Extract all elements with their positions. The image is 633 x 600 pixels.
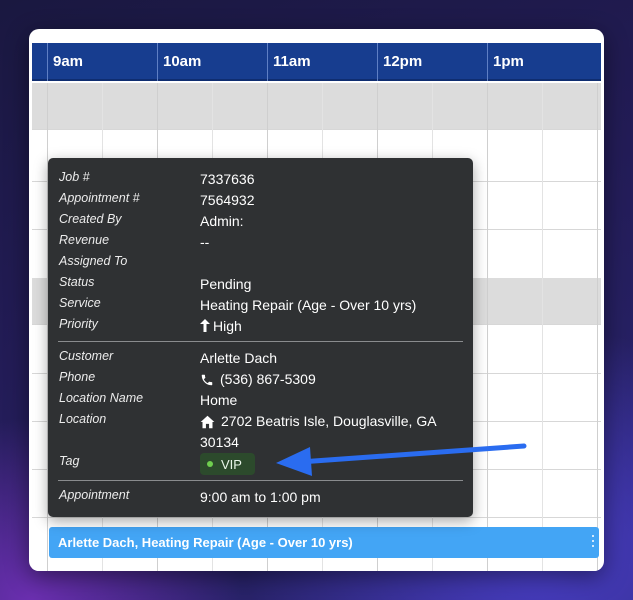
priority-text: High <box>213 318 242 334</box>
label-customer: Customer <box>59 349 114 363</box>
label-appointment: Appointment <box>59 488 130 502</box>
row-divider <box>32 517 601 518</box>
value-status: Pending <box>200 276 252 292</box>
label-priority: Priority <box>59 317 98 331</box>
grid-line <box>542 83 543 571</box>
value-service: Heating Repair (Age - Over 10 yrs) <box>200 297 417 313</box>
value-priority: High <box>200 318 242 334</box>
row-divider <box>32 129 601 130</box>
section-divider <box>58 341 463 342</box>
phone-number: (536) 867-5309 <box>220 371 316 387</box>
location-line-2: 30134 <box>200 434 239 450</box>
home-icon <box>200 415 215 429</box>
location-line-1: 2702 Beatris Isle, Douglasville, GA <box>221 413 437 429</box>
tag-vip-chip: VIP <box>200 453 255 475</box>
label-created-by: Created By <box>59 212 122 226</box>
label-service: Service <box>59 296 101 310</box>
arrow-up-icon <box>200 319 210 332</box>
value-created-by: Admin: <box>200 213 244 229</box>
value-location-name: Home <box>200 392 238 408</box>
hour-header-10am: 10am <box>157 43 267 81</box>
timeline-header: 9am 10am 11am 12pm 1pm <box>32 43 601 81</box>
hour-header-11am: 11am <box>267 43 377 81</box>
label-revenue: Revenue <box>59 233 110 247</box>
hour-header-9am: 9am <box>47 43 157 81</box>
hour-header-12pm: 12pm <box>377 43 487 81</box>
label-assigned-to: Assigned To <box>59 254 128 268</box>
grid-line <box>487 83 488 571</box>
kebab-menu-icon[interactable] <box>591 535 595 549</box>
status-dot-icon <box>207 461 213 467</box>
lane-gray-top <box>32 83 601 129</box>
section-divider <box>58 480 463 481</box>
value-revenue: -- <box>200 234 210 250</box>
label-tag: Tag <box>59 454 80 468</box>
event-title: Arlette Dach, Heating Repair (Age - Over… <box>58 535 353 550</box>
value-phone[interactable]: (536) 867-5309 <box>200 371 316 387</box>
label-location: Location <box>59 412 107 426</box>
value-location: 2702 Beatris Isle, Douglasville, GA <box>200 413 437 429</box>
grid-line <box>597 83 598 571</box>
label-appointment-number: Appointment # <box>59 191 140 205</box>
label-phone: Phone <box>59 370 96 384</box>
tag-text: VIP <box>221 457 242 472</box>
appointment-tooltip: Job # 7337636 Appointment # 7564932 Crea… <box>48 158 473 517</box>
value-job-number: 7337636 <box>200 171 255 187</box>
phone-icon <box>201 374 213 386</box>
hour-header-1pm: 1pm <box>487 43 597 81</box>
value-appointment-time: 9:00 am to 1:00 pm <box>200 489 321 505</box>
value-appointment-number: 7564932 <box>200 192 255 208</box>
label-job-number: Job # <box>59 170 90 184</box>
appointment-event-bar[interactable]: Arlette Dach, Heating Repair (Age - Over… <box>49 527 599 558</box>
value-customer: Arlette Dach <box>200 350 278 366</box>
label-location-name: Location Name <box>59 391 144 405</box>
label-status: Status <box>59 275 95 289</box>
